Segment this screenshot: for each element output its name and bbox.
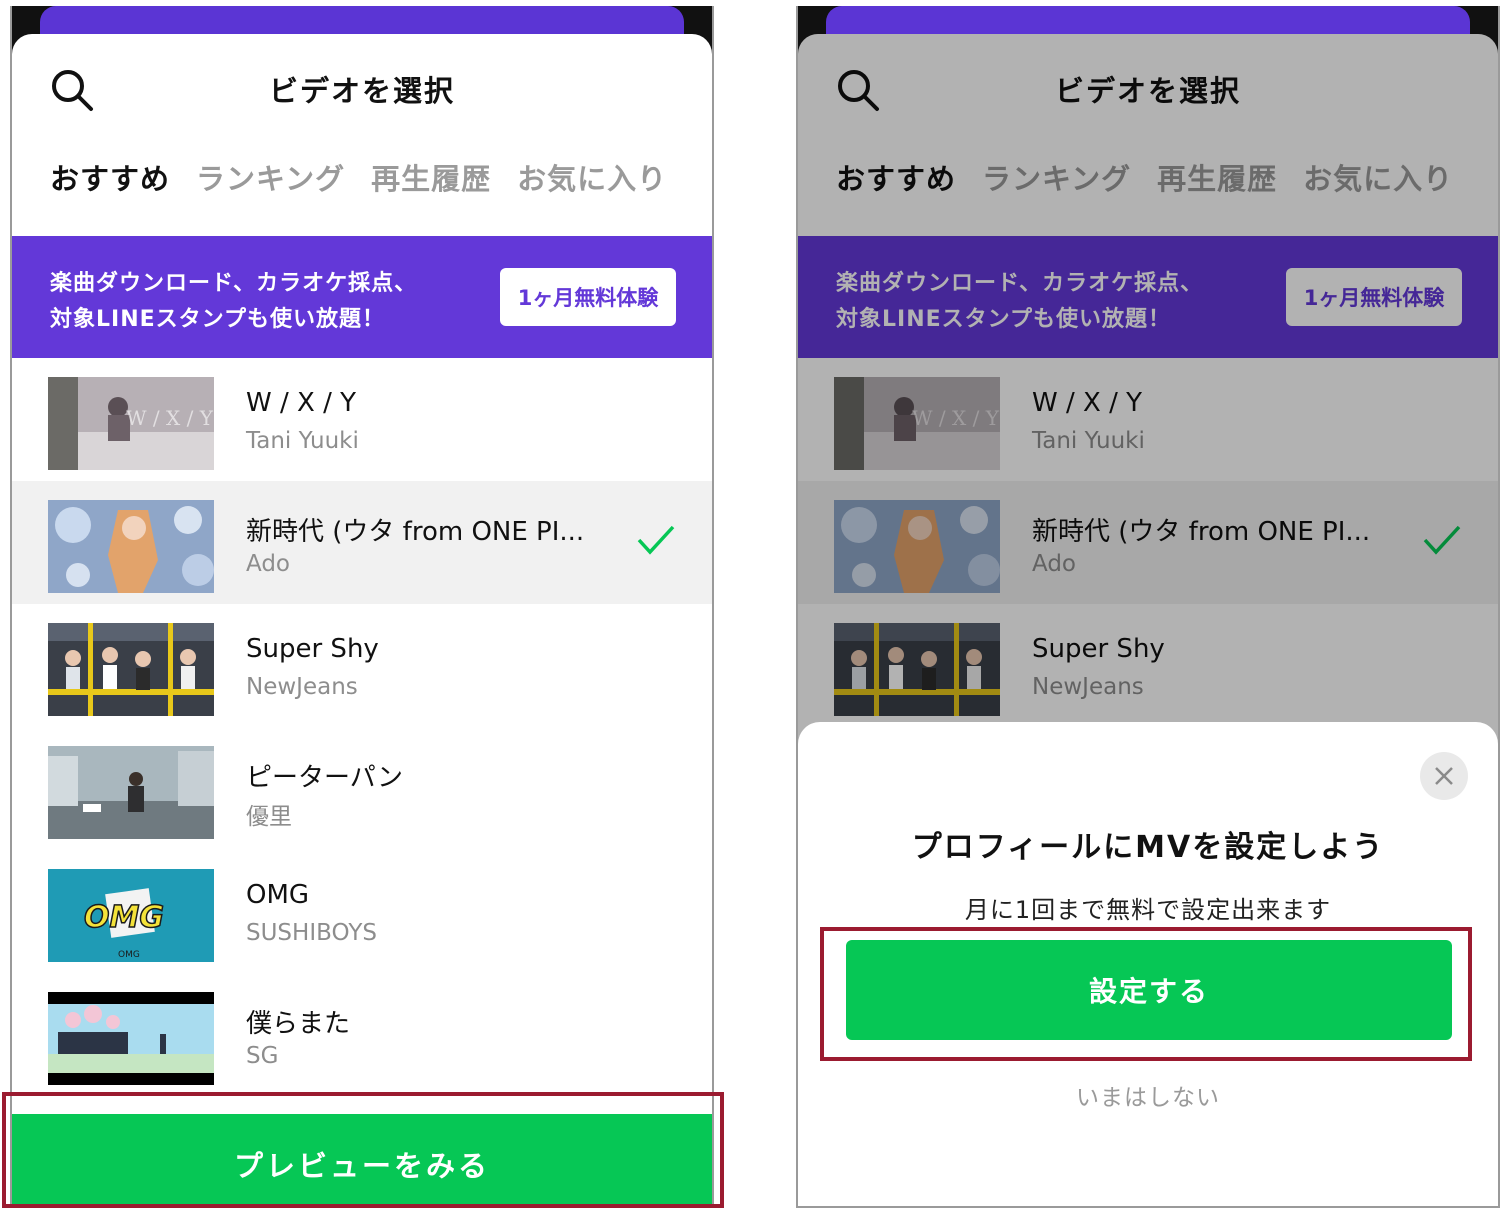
thumbnail bbox=[48, 500, 214, 593]
song-artist: Tani Yuuki bbox=[246, 428, 359, 454]
song-artist: 優里 bbox=[246, 804, 292, 830]
list-item[interactable]: OMG OMG OMG SUSHIBOYS bbox=[12, 850, 712, 973]
left-screen: ビデオを選択 おすすめ ランキング 再生履歴 お気に入り 楽曲ダウンロード、カラ… bbox=[10, 6, 714, 1208]
promo-text: 楽曲ダウンロード、カラオケ採点、 対象LINEスタンプも使い放題！ bbox=[50, 266, 417, 338]
header: ビデオを選択 bbox=[12, 34, 712, 144]
list-item[interactable]: 僕らまた SG bbox=[12, 973, 712, 1096]
thumbnail bbox=[48, 992, 214, 1085]
free-trial-button[interactable]: 1ヶ月無料体験 bbox=[500, 268, 676, 326]
tab-history[interactable]: 再生履歴 bbox=[371, 156, 491, 198]
close-button[interactable] bbox=[1420, 752, 1468, 800]
promo-line-2: 対象LINEスタンプも使い放題！ bbox=[50, 307, 385, 332]
thumb-text: OMG bbox=[84, 900, 164, 935]
tab-recommended[interactable]: おすすめ bbox=[50, 156, 170, 198]
page-title: ビデオを選択 bbox=[268, 74, 455, 108]
list-item[interactable]: ピーターパン 優里 bbox=[12, 727, 712, 850]
song-list: W / X / Y W / X / Y Tani Yuuki 新時代 (ウタ f… bbox=[12, 358, 712, 1096]
song-title: ピーターパン bbox=[246, 763, 404, 793]
highlight-box-preview bbox=[2, 1092, 724, 1208]
song-title: 新時代 (ウタ from ONE PI... bbox=[246, 517, 585, 547]
thumb-caption: OMG bbox=[118, 950, 140, 960]
song-artist: SG bbox=[246, 1043, 279, 1069]
song-title: Super Shy bbox=[246, 634, 379, 664]
promo-banner: 楽曲ダウンロード、カラオケ採点、 対象LINEスタンプも使い放題！ 1ヶ月無料体… bbox=[12, 236, 712, 358]
thumbnail bbox=[48, 746, 214, 839]
list-item[interactable]: Super Shy NewJeans bbox=[12, 604, 712, 727]
video-select-sheet: ビデオを選択 おすすめ ランキング 再生履歴 お気に入り 楽曲ダウンロード、カラ… bbox=[12, 34, 712, 1206]
song-artist: NewJeans bbox=[246, 674, 358, 700]
thumb-text: W / X / Y bbox=[126, 406, 214, 430]
list-item-selected[interactable]: 新時代 (ウタ from ONE PI... Ado bbox=[12, 481, 712, 604]
close-icon bbox=[1435, 767, 1453, 785]
song-title: OMG bbox=[246, 880, 310, 910]
thumbnail: OMG OMG bbox=[48, 869, 214, 962]
modal-title: プロフィールにMVを設定しよう bbox=[911, 830, 1385, 865]
thumbnail: W / X / Y bbox=[48, 377, 214, 470]
song-artist: Ado bbox=[246, 551, 291, 577]
check-icon bbox=[637, 525, 675, 555]
not-now-link[interactable]: いまはしない bbox=[798, 1078, 1498, 1112]
list-item[interactable]: W / X / Y W / X / Y Tani Yuuki bbox=[12, 358, 712, 481]
highlight-box-set bbox=[820, 927, 1472, 1061]
tab-favorites[interactable]: お気に入り bbox=[517, 156, 667, 198]
song-title: W / X / Y bbox=[246, 388, 356, 418]
song-artist: SUSHIBOYS bbox=[246, 920, 377, 946]
tab-ranking[interactable]: ランキング bbox=[196, 156, 345, 198]
modal-subtitle: 月に1回まで無料で設定出来ます bbox=[964, 896, 1332, 924]
tab-bar: おすすめ ランキング 再生履歴 お気に入り bbox=[50, 156, 667, 198]
promo-line-1: 楽曲ダウンロード、カラオケ採点、 bbox=[50, 271, 418, 296]
song-title: 僕らまた bbox=[246, 1009, 351, 1039]
thumbnail bbox=[48, 623, 214, 716]
